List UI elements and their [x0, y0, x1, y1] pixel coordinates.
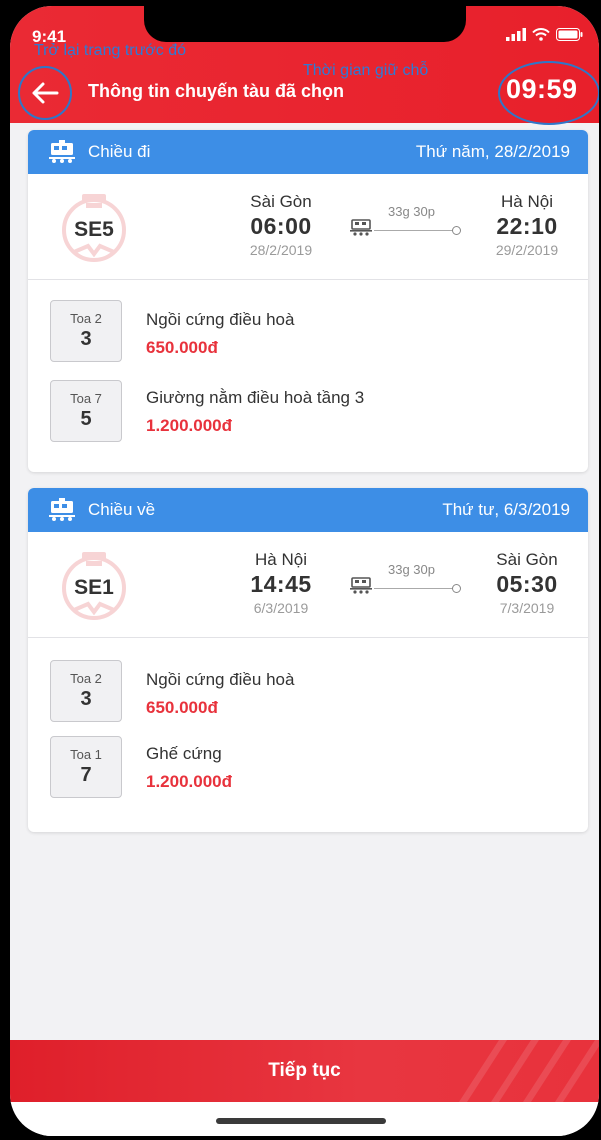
arrow-left-icon [32, 82, 59, 104]
departure-date: 28/2/2019 [249, 242, 313, 258]
battery-icon [556, 28, 583, 41]
car-label: Toa 1 [70, 747, 102, 762]
header-bar: 9:41 Trở lại trang trước đó Thời gian gi… [10, 6, 599, 125]
seat-price: 1.200.000đ [146, 416, 233, 435]
back-annotation: Trở lại trang trước đó [34, 42, 187, 59]
return-card-header: Chiều về Thứ tư, 6/3/2019 [28, 488, 588, 532]
wifi-icon [532, 28, 550, 41]
track-dot [452, 226, 461, 235]
car-label: Toa 2 [70, 311, 102, 326]
seat-price: 1.200.000đ [146, 772, 233, 791]
stripe-pattern [459, 1040, 599, 1102]
origin-station: Hà Nội 14:45 6/3/2019 [226, 550, 336, 616]
seat-box: Toa 2 3 [50, 300, 122, 362]
back-button[interactable] [26, 74, 64, 112]
train-code: SE5 [74, 218, 114, 241]
train-small-icon [350, 219, 372, 236]
arrival-time: 05:30 [496, 571, 558, 597]
return-date: Thứ tư, 6/3/2019 [442, 500, 570, 519]
seat-type: Ngồi cứng điều hoà [146, 670, 295, 689]
seat-price: 650.000đ [146, 698, 218, 717]
seat-box: Toa 1 7 [50, 736, 122, 798]
seat-number: 5 [80, 408, 92, 430]
arrival-date: 29/2/2019 [495, 242, 559, 258]
return-card[interactable]: Chiều về Thứ tư, 6/3/2019 SE1 Hà Nội 14:… [28, 488, 588, 832]
seat-box: Toa 2 3 [50, 660, 122, 722]
car-label: Toa 7 [70, 391, 102, 406]
track-dot [452, 584, 461, 593]
seat-box: Toa 7 5 [50, 380, 122, 442]
phone-screen: 9:41 Trở lại trang trước đó Thời gian gi… [10, 6, 599, 1136]
origin-station: Sài Gòn 06:00 28/2/2019 [226, 192, 336, 258]
status-icons [506, 28, 583, 41]
seat-number: 3 [80, 688, 92, 710]
home-indicator[interactable] [216, 1118, 386, 1124]
seat-type: Ngồi cứng điều hoà [146, 310, 295, 329]
train-icon [49, 140, 75, 163]
departure-time: 14:45 [250, 571, 312, 597]
hold-timer: 09:59 [506, 74, 578, 104]
return-route: SE1 Hà Nội 14:45 6/3/2019 33g 30p Sài Gò… [28, 532, 588, 638]
return-label: Chiều về [88, 500, 156, 519]
seat-number: 7 [80, 764, 92, 786]
train-icon [49, 498, 75, 521]
departure-time: 06:00 [250, 213, 312, 239]
train-code: SE1 [74, 576, 114, 599]
signal-icon [506, 28, 526, 41]
seat-price: 650.000đ [146, 338, 218, 357]
timer-annotation: Thời gian giữ chỗ [303, 62, 429, 79]
outbound-date: Thứ năm, 28/2/2019 [415, 142, 570, 161]
outbound-card[interactable]: Chiều đi Thứ năm, 28/2/2019 SE5 Sài Gòn … [28, 130, 588, 472]
arrival-time: 22:10 [496, 213, 558, 239]
device-notch [144, 6, 466, 42]
car-label: Toa 2 [70, 671, 102, 686]
arrival-date: 7/3/2019 [499, 600, 555, 616]
departure-date: 6/3/2019 [253, 600, 309, 616]
duration: 33g 30p [388, 562, 435, 577]
destination-name: Sài Gòn [496, 550, 558, 569]
continue-button[interactable]: Tiếp tục [10, 1040, 599, 1102]
outbound-card-header: Chiều đi Thứ năm, 28/2/2019 [28, 130, 588, 174]
seat-type: Ghế cứng [146, 744, 222, 763]
destination-station: Hà Nội 22:10 29/2/2019 [482, 192, 572, 258]
page-title: Thông tin chuyến tàu đã chọn [88, 81, 344, 101]
train-small-icon [350, 577, 372, 594]
seat-number: 3 [80, 328, 92, 350]
origin-name: Sài Gòn [250, 192, 312, 211]
seat-type: Giường nằm điều hoà tầng 3 [146, 388, 365, 407]
track-line [374, 230, 454, 231]
continue-label: Tiếp tục [268, 1060, 341, 1081]
origin-name: Hà Nội [255, 550, 307, 569]
outbound-route: SE5 Sài Gòn 06:00 28/2/2019 33g 30p Hà N… [28, 174, 588, 280]
duration: 33g 30p [388, 204, 435, 219]
destination-station: Sài Gòn 05:30 7/3/2019 [482, 550, 572, 616]
track-line [374, 588, 454, 589]
outbound-label: Chiều đi [88, 142, 151, 161]
destination-name: Hà Nội [501, 192, 553, 211]
